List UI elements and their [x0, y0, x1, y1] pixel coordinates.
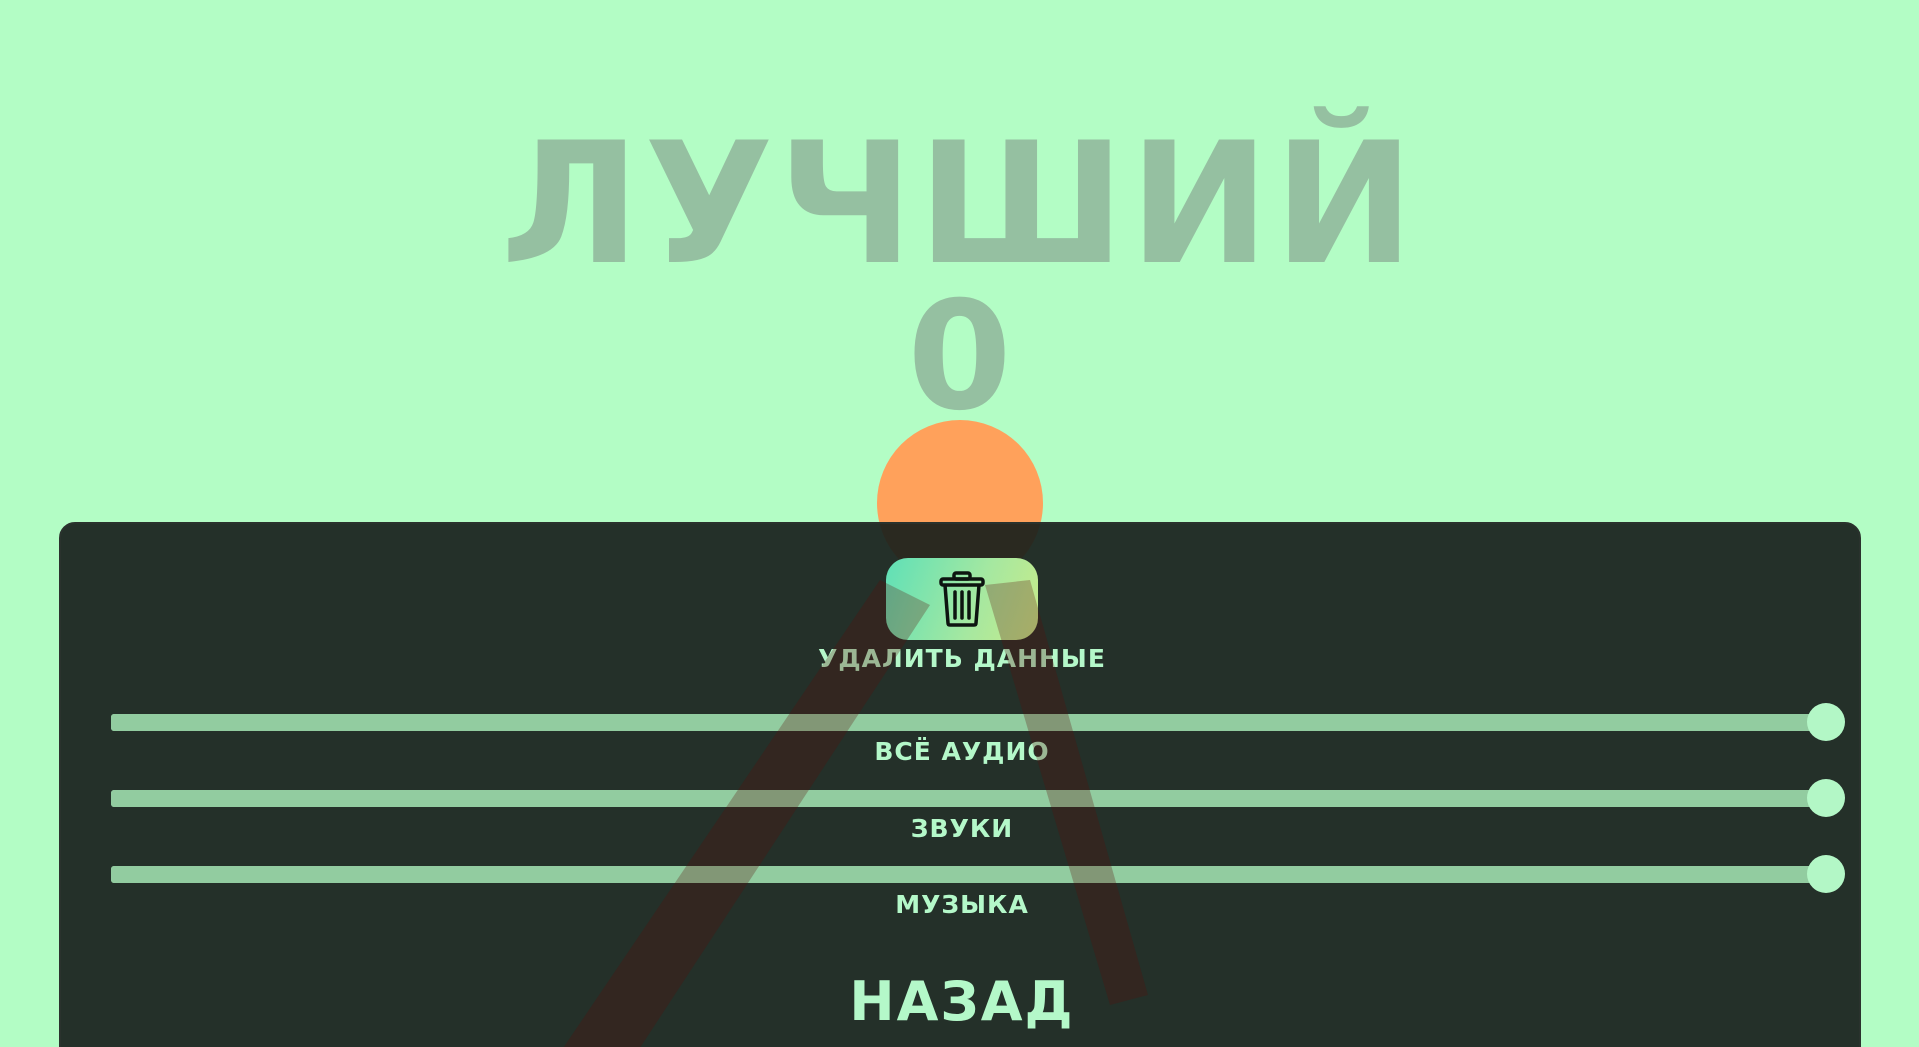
slider-fill — [111, 866, 1826, 883]
sounds-label: ЗВУКИ — [910, 814, 1014, 843]
settings-panel: УДАЛИТЬ ДАННЫЕ ВСЁ АУДИО ЗВУКИ МУЗЫКА НА… — [59, 522, 1861, 1047]
slider-fill — [111, 714, 1826, 731]
slider-thumb[interactable] — [1807, 855, 1845, 893]
all-audio-label: ВСЁ АУДИО — [874, 737, 1050, 766]
game-stage: ЛУЧШИЙ 0 УДАЛИТЬ ДАННЫЕ ВСЁ АУДИО ЗВУКИ … — [0, 0, 1919, 1047]
sounds-slider[interactable] — [111, 778, 1845, 818]
delete-data-label: УДАЛИТЬ ДАННЫЕ — [818, 644, 1106, 673]
best-score-value: 0 — [907, 270, 1012, 444]
slider-thumb[interactable] — [1807, 703, 1845, 741]
slider-fill — [111, 790, 1826, 807]
best-score-title: ЛУЧШИЙ — [500, 106, 1419, 302]
slider-thumb[interactable] — [1807, 779, 1845, 817]
all-audio-slider[interactable] — [111, 702, 1845, 742]
delete-data-button[interactable] — [886, 558, 1038, 640]
music-slider[interactable] — [111, 854, 1845, 894]
music-label: МУЗЫКА — [895, 890, 1029, 919]
back-button[interactable]: НАЗАД — [61, 972, 1863, 1032]
trash-icon — [939, 571, 985, 627]
